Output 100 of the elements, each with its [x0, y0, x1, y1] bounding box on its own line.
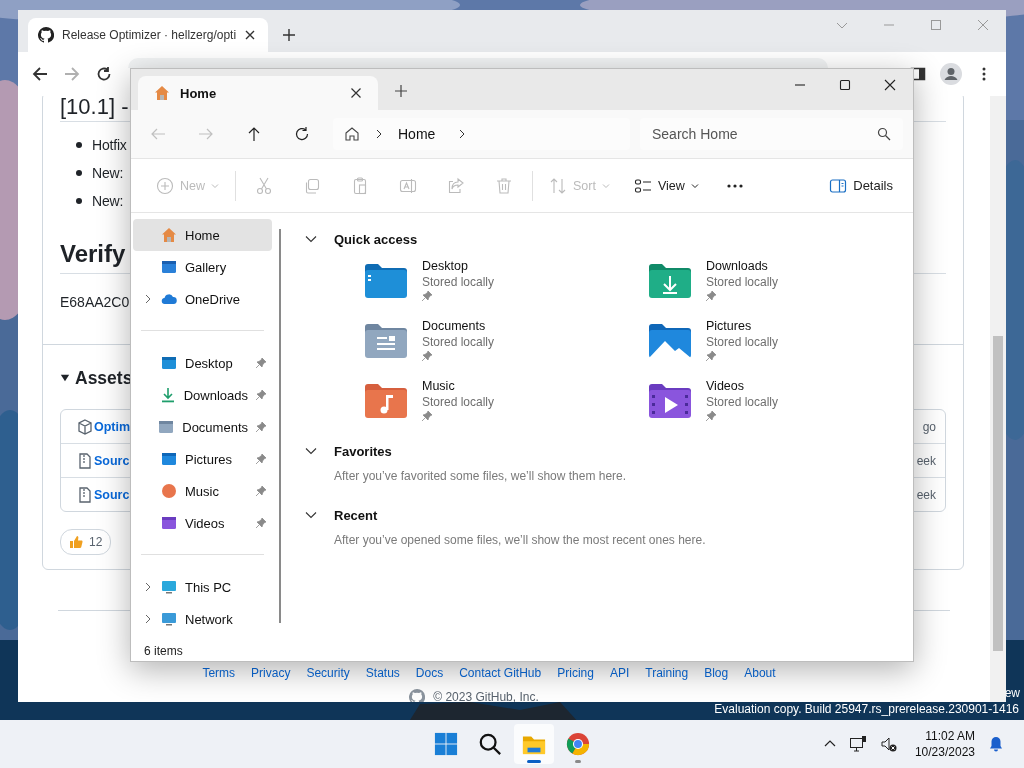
chevron-down-icon[interactable]	[305, 445, 317, 457]
plus-circle-icon	[156, 176, 174, 195]
chevron-down-icon[interactable]	[305, 233, 317, 245]
reaction-button[interactable]: 12	[60, 529, 112, 555]
asset-link[interactable]: Sourc	[94, 453, 130, 468]
monitor-icon	[161, 579, 177, 595]
sidebar-item[interactable]: OneDrive	[133, 283, 272, 315]
close-icon[interactable]	[884, 79, 896, 91]
pin-icon[interactable]	[256, 422, 266, 432]
footer-link[interactable]: API	[609, 666, 630, 680]
chevron-right-icon[interactable]	[143, 294, 153, 304]
folder-icon	[161, 515, 177, 531]
footer-link[interactable]: Docs	[415, 666, 444, 680]
folder-location: Stored locally	[422, 275, 495, 289]
maximize-icon[interactable]	[839, 79, 851, 91]
view-button[interactable]: View	[627, 169, 705, 202]
document-folder-icon	[364, 323, 408, 359]
section-heading: Assets	[75, 367, 133, 389]
pin-icon[interactable]	[256, 390, 266, 400]
pin-icon[interactable]	[256, 358, 266, 368]
plus-icon[interactable]	[282, 28, 296, 42]
sidebar-item[interactable]: Desktop	[133, 347, 272, 379]
folder-tile[interactable]: Documents Stored locally	[364, 315, 495, 375]
footer-link[interactable]: Blog	[704, 666, 729, 680]
pin-icon[interactable]	[256, 486, 266, 496]
asset-link[interactable]: Optim	[94, 419, 131, 434]
home-icon	[154, 85, 170, 101]
asset-link[interactable]: Sourc	[94, 487, 130, 502]
footer-link[interactable]: Security	[306, 666, 350, 680]
close-icon[interactable]	[350, 87, 362, 99]
tab-title: Release Optimizer · hellzerg/opti	[62, 28, 237, 42]
sidebar-item[interactable]: Pictures	[133, 443, 272, 475]
sidebar-item[interactable]: Downloads	[133, 379, 272, 411]
chevron-down-icon[interactable]	[305, 509, 317, 521]
folder-tile[interactable]: Desktop Stored locally	[364, 255, 495, 315]
folder-name: Pictures	[706, 319, 753, 333]
expand-triangle-icon[interactable]	[60, 373, 70, 383]
back-arrow-icon[interactable]	[32, 66, 48, 82]
details-button[interactable]: Details	[823, 169, 899, 202]
footer-link[interactable]: Privacy	[251, 666, 291, 680]
clock[interactable]: 11:02 AM 10/23/2023	[914, 729, 975, 759]
folder-name: Desktop	[422, 259, 469, 273]
download-folder-icon	[648, 263, 692, 299]
scrollbar[interactable]	[279, 229, 281, 623]
muted-speaker-icon[interactable]	[879, 735, 898, 753]
section-heading: Favorites	[334, 443, 392, 459]
footer-link[interactable]: Contact GitHub	[459, 666, 542, 680]
chevron-right-icon[interactable]	[143, 614, 153, 624]
sidebar-item[interactable]: Music	[133, 475, 272, 507]
breadcrumb-item[interactable]: Home	[398, 126, 436, 142]
sort-arrows-icon	[549, 176, 567, 195]
trash-icon	[495, 176, 513, 195]
chevron-right-icon[interactable]	[143, 582, 153, 592]
footer-link[interactable]: Terms	[202, 666, 236, 680]
tab-title: Home	[180, 85, 218, 101]
zip-file-icon	[77, 486, 93, 503]
rename-icon	[399, 176, 417, 195]
browser-tab[interactable]: Release Optimizer · hellzerg/opti	[28, 18, 268, 52]
scrollbar[interactable]	[990, 96, 1006, 702]
footer-link[interactable]: Status	[365, 666, 400, 680]
folder-tile[interactable]: Downloads Stored locally	[648, 255, 779, 315]
more-icon	[726, 183, 743, 188]
section-heading: Verify	[60, 240, 126, 267]
sidebar-item[interactable]: Videos	[133, 507, 272, 539]
footer-link[interactable]: Training	[645, 666, 689, 680]
pin-icon[interactable]	[256, 518, 266, 528]
folder-tile[interactable]: Music Stored locally	[364, 375, 495, 435]
sidebar-item[interactable]: Network	[133, 603, 272, 635]
sidebar-item[interactable]: Gallery	[133, 251, 272, 283]
footer-link[interactable]: Pricing	[557, 666, 594, 680]
package-icon	[77, 418, 93, 435]
sidebar-item[interactable]: Home	[133, 219, 272, 251]
chrome-icon	[566, 732, 590, 756]
search-icon	[877, 127, 891, 141]
bell-icon[interactable]	[988, 736, 1004, 752]
evaluation-text: Evaluation copy. Build 25947.rs_prerelease.230901-1416	[714, 702, 1019, 716]
copy-icon	[303, 176, 321, 195]
refresh-icon[interactable]	[294, 126, 310, 142]
footer-link[interactable]: About	[744, 666, 776, 680]
plus-icon[interactable]	[394, 84, 408, 98]
folder-tile[interactable]: Videos Stored locally	[648, 375, 779, 435]
home-icon	[344, 126, 360, 142]
folder-location: Stored locally	[706, 335, 779, 349]
folder-name: Downloads	[706, 259, 769, 273]
taskbar-app[interactable]	[514, 724, 554, 764]
profile-icon[interactable]	[940, 63, 962, 85]
up-arrow-icon[interactable]	[246, 126, 262, 142]
reload-icon[interactable]	[96, 66, 112, 82]
share-icon	[447, 176, 465, 195]
video-folder-icon	[648, 383, 692, 419]
close-icon[interactable]	[244, 29, 257, 41]
asset-date: eek	[916, 453, 936, 468]
sidebar-item[interactable]: This PC	[133, 571, 272, 603]
music-icon	[161, 483, 177, 499]
pin-icon[interactable]	[256, 454, 266, 464]
folder-tile[interactable]: Pictures Stored locally	[648, 315, 779, 375]
network-icon[interactable]	[848, 735, 867, 753]
sidebar-item[interactable]: Documents	[133, 411, 272, 443]
explorer-tab[interactable]: Home	[138, 76, 378, 110]
bullet-icon	[76, 142, 82, 148]
